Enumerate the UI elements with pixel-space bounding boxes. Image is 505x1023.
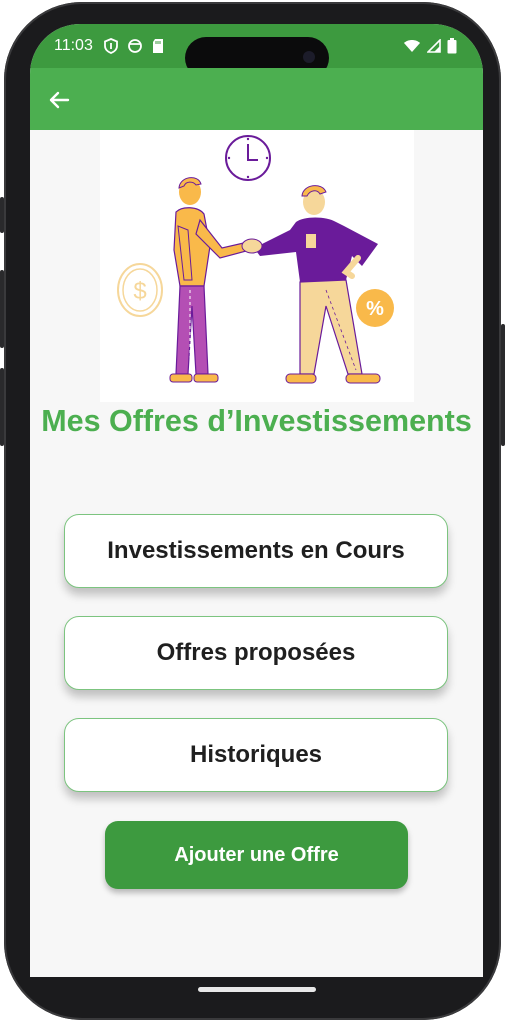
status-time: 11:03 bbox=[54, 37, 93, 54]
front-camera bbox=[303, 51, 315, 63]
phone-frame: 11:03 $ % Mes Offres d’Investissements I… bbox=[0, 2, 505, 1020]
clock-icon bbox=[225, 135, 271, 181]
handshake-illustration: $ % bbox=[100, 130, 414, 402]
percent-badge-icon: % bbox=[356, 289, 394, 327]
battery-icon bbox=[447, 38, 457, 59]
status-bar: 11:03 bbox=[30, 24, 483, 79]
side-button-volume-up bbox=[0, 270, 4, 348]
svg-text:$: $ bbox=[133, 278, 146, 305]
history-button[interactable]: Historiques bbox=[64, 718, 448, 792]
add-offer-button[interactable]: Ajouter une Offre bbox=[105, 821, 408, 889]
signal-icon bbox=[426, 38, 441, 58]
svg-text:%: % bbox=[366, 298, 384, 320]
left-person bbox=[169, 177, 251, 383]
circle-status-icon bbox=[127, 38, 143, 59]
wifi-icon bbox=[403, 39, 421, 58]
side-button-power bbox=[501, 324, 505, 446]
right-person bbox=[254, 185, 381, 384]
back-button[interactable] bbox=[44, 85, 74, 115]
status-icons-left bbox=[103, 38, 165, 59]
side-button-silent bbox=[0, 197, 4, 233]
shield-icon bbox=[103, 38, 119, 59]
proposed-offers-button[interactable]: Offres proposées bbox=[64, 616, 448, 690]
investments-in-progress-button[interactable]: Investissements en Cours bbox=[64, 514, 448, 588]
page-title: Mes Offres d’Investissements bbox=[41, 404, 472, 438]
app-bar bbox=[30, 68, 483, 130]
status-icons-right bbox=[403, 38, 457, 59]
arrow-left-icon bbox=[44, 91, 74, 119]
dollar-coin-icon: $ bbox=[117, 263, 163, 317]
home-indicator[interactable] bbox=[198, 987, 316, 992]
app-screen: 11:03 $ % Mes Offres d’Investissements I… bbox=[30, 24, 483, 977]
sd-card-icon bbox=[151, 38, 165, 59]
side-button-volume-down bbox=[0, 368, 4, 446]
